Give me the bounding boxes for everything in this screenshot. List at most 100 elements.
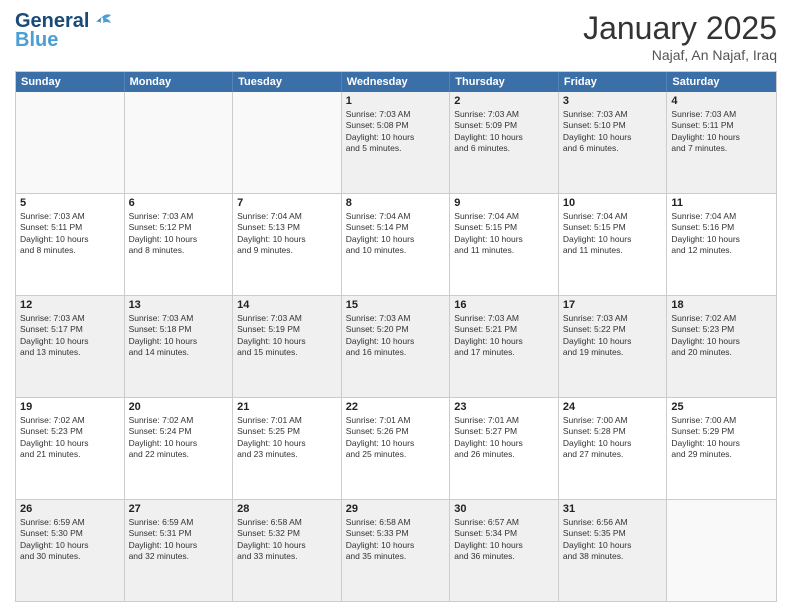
logo: General Blue bbox=[15, 10, 113, 52]
cell-info: Sunrise: 6:57 AMSunset: 5:34 PMDaylight:… bbox=[454, 517, 554, 563]
calendar-cell: 27Sunrise: 6:59 AMSunset: 5:31 PMDayligh… bbox=[125, 500, 234, 601]
header: General Blue January 2025 Najaf, An Naja… bbox=[15, 10, 777, 63]
title-block: January 2025 Najaf, An Najaf, Iraq bbox=[583, 10, 777, 63]
day-number: 5 bbox=[20, 197, 120, 209]
calendar-week-row: 1 Sunrise: 7:03 AMSunset: 5:08 PMDaylight… bbox=[16, 92, 776, 194]
day-number: 16 bbox=[454, 299, 554, 311]
cell-info: Sunrise: 7:04 AMSunset: 5:13 PMDaylight:… bbox=[237, 211, 337, 257]
calendar-cell: 16Sunrise: 7:03 AMSunset: 5:21 PMDayligh… bbox=[450, 296, 559, 397]
header-day: Wednesday bbox=[342, 72, 451, 92]
cell-info: Sunrise: 7:03 AMSunset: 5:22 PMDaylight:… bbox=[563, 313, 663, 359]
cell-info: Sunrise: 7:03 AMSunset: 5:18 PMDaylight:… bbox=[129, 313, 229, 359]
day-number: 10 bbox=[563, 197, 663, 209]
day-number: 8 bbox=[346, 197, 446, 209]
day-number: 23 bbox=[454, 401, 554, 413]
calendar-cell: 7 Sunrise: 7:04 AMSunset: 5:13 PMDaylight… bbox=[233, 194, 342, 295]
cell-info: Sunrise: 7:04 AMSunset: 5:16 PMDaylight:… bbox=[671, 211, 772, 257]
calendar-cell: 6 Sunrise: 7:03 AMSunset: 5:12 PMDaylight… bbox=[125, 194, 234, 295]
calendar-cell: 29 Sunrise: 6:58 AMSunset: 5:33 PMDayligh… bbox=[342, 500, 451, 601]
day-number: 26 bbox=[20, 503, 120, 515]
day-number: 31 bbox=[563, 503, 663, 515]
day-number: 13 bbox=[129, 299, 229, 311]
cell-info: Sunrise: 7:02 AMSunset: 5:24 PMDaylight:… bbox=[129, 415, 229, 461]
calendar-cell bbox=[16, 92, 125, 193]
cell-info: Sunrise: 7:03 AMSunset: 5:12 PMDaylight:… bbox=[129, 211, 229, 257]
day-number: 28 bbox=[237, 503, 337, 515]
calendar-cell: 31 Sunrise: 6:56 AMSunset: 5:35 PMDayligh… bbox=[559, 500, 668, 601]
cell-info: Sunrise: 6:59 AMSunset: 5:30 PMDaylight:… bbox=[20, 517, 120, 563]
cell-info: Sunrise: 7:04 AMSunset: 5:15 PMDaylight:… bbox=[454, 211, 554, 257]
calendar-cell: 14 Sunrise: 7:03 AMSunset: 5:19 PMDayligh… bbox=[233, 296, 342, 397]
cell-info: Sunrise: 7:03 AMSunset: 5:20 PMDaylight:… bbox=[346, 313, 446, 359]
page: General Blue January 2025 Najaf, An Naja… bbox=[0, 0, 792, 612]
header-day: Friday bbox=[559, 72, 668, 92]
calendar-cell: 26 Sunrise: 6:59 AMSunset: 5:30 PMDayligh… bbox=[16, 500, 125, 601]
calendar-cell: 15 Sunrise: 7:03 AMSunset: 5:20 PMDayligh… bbox=[342, 296, 451, 397]
calendar-cell: 28Sunrise: 6:58 AMSunset: 5:32 PMDayligh… bbox=[233, 500, 342, 601]
day-number: 12 bbox=[20, 299, 120, 311]
cell-info: Sunrise: 7:00 AMSunset: 5:28 PMDaylight:… bbox=[563, 415, 663, 461]
month-title: January 2025 bbox=[583, 10, 777, 47]
header-day: Saturday bbox=[667, 72, 776, 92]
calendar-week-row: 26 Sunrise: 6:59 AMSunset: 5:30 PMDayligh… bbox=[16, 500, 776, 601]
logo-blue: Blue bbox=[15, 29, 58, 52]
calendar-cell: 30 Sunrise: 6:57 AMSunset: 5:34 PMDayligh… bbox=[450, 500, 559, 601]
calendar-cell bbox=[667, 500, 776, 601]
day-number: 9 bbox=[454, 197, 554, 209]
calendar-cell: 10 Sunrise: 7:04 AMSunset: 5:15 PMDayligh… bbox=[559, 194, 668, 295]
calendar-cell: 2 Sunrise: 7:03 AMSunset: 5:09 PMDaylight… bbox=[450, 92, 559, 193]
day-number: 19 bbox=[20, 401, 120, 413]
calendar-cell: 12 Sunrise: 7:03 AMSunset: 5:17 PMDayligh… bbox=[16, 296, 125, 397]
cell-info: Sunrise: 7:04 AMSunset: 5:15 PMDaylight:… bbox=[563, 211, 663, 257]
calendar-cell: 17Sunrise: 7:03 AMSunset: 5:22 PMDayligh… bbox=[559, 296, 668, 397]
day-number: 29 bbox=[346, 503, 446, 515]
cell-info: Sunrise: 7:04 AMSunset: 5:14 PMDaylight:… bbox=[346, 211, 446, 257]
calendar-cell bbox=[233, 92, 342, 193]
day-number: 22 bbox=[346, 401, 446, 413]
cell-info: Sunrise: 7:03 AMSunset: 5:11 PMDaylight:… bbox=[20, 211, 120, 257]
calendar-cell: 5 Sunrise: 7:03 AMSunset: 5:11 PMDaylight… bbox=[16, 194, 125, 295]
day-number: 3 bbox=[563, 95, 663, 107]
day-number: 14 bbox=[237, 299, 337, 311]
header-day: Monday bbox=[125, 72, 234, 92]
calendar-cell: 21 Sunrise: 7:01 AMSunset: 5:25 PMDayligh… bbox=[233, 398, 342, 499]
cell-info: Sunrise: 6:56 AMSunset: 5:35 PMDaylight:… bbox=[563, 517, 663, 563]
header-day: Thursday bbox=[450, 72, 559, 92]
calendar-week-row: 5 Sunrise: 7:03 AMSunset: 5:11 PMDaylight… bbox=[16, 194, 776, 296]
day-number: 2 bbox=[454, 95, 554, 107]
cell-info: Sunrise: 7:01 AMSunset: 5:25 PMDaylight:… bbox=[237, 415, 337, 461]
calendar-cell: 1 Sunrise: 7:03 AMSunset: 5:08 PMDaylight… bbox=[342, 92, 451, 193]
header-day: Tuesday bbox=[233, 72, 342, 92]
day-number: 15 bbox=[346, 299, 446, 311]
calendar-cell: 23 Sunrise: 7:01 AMSunset: 5:27 PMDayligh… bbox=[450, 398, 559, 499]
day-number: 7 bbox=[237, 197, 337, 209]
calendar-week-row: 12 Sunrise: 7:03 AMSunset: 5:17 PMDayligh… bbox=[16, 296, 776, 398]
calendar-cell: 19 Sunrise: 7:02 AMSunset: 5:23 PMDayligh… bbox=[16, 398, 125, 499]
location: Najaf, An Najaf, Iraq bbox=[583, 47, 777, 63]
calendar-header: SundayMondayTuesdayWednesdayThursdayFrid… bbox=[16, 72, 776, 92]
cell-info: Sunrise: 7:03 AMSunset: 5:08 PMDaylight:… bbox=[346, 109, 446, 155]
cell-info: Sunrise: 7:03 AMSunset: 5:09 PMDaylight:… bbox=[454, 109, 554, 155]
day-number: 21 bbox=[237, 401, 337, 413]
day-number: 30 bbox=[454, 503, 554, 515]
day-number: 6 bbox=[129, 197, 229, 209]
cell-info: Sunrise: 7:01 AMSunset: 5:26 PMDaylight:… bbox=[346, 415, 446, 461]
cell-info: Sunrise: 7:03 AMSunset: 5:19 PMDaylight:… bbox=[237, 313, 337, 359]
cell-info: Sunrise: 7:03 AMSunset: 5:17 PMDaylight:… bbox=[20, 313, 120, 359]
cell-info: Sunrise: 7:01 AMSunset: 5:27 PMDaylight:… bbox=[454, 415, 554, 461]
calendar-cell: 8 Sunrise: 7:04 AMSunset: 5:14 PMDaylight… bbox=[342, 194, 451, 295]
cell-info: Sunrise: 7:03 AMSunset: 5:11 PMDaylight:… bbox=[671, 109, 772, 155]
calendar-body: 1 Sunrise: 7:03 AMSunset: 5:08 PMDaylight… bbox=[16, 92, 776, 601]
calendar-cell bbox=[125, 92, 234, 193]
cell-info: Sunrise: 7:00 AMSunset: 5:29 PMDaylight:… bbox=[671, 415, 772, 461]
cell-info: Sunrise: 7:02 AMSunset: 5:23 PMDaylight:… bbox=[20, 415, 120, 461]
calendar-cell: 13 Sunrise: 7:03 AMSunset: 5:18 PMDayligh… bbox=[125, 296, 234, 397]
day-number: 11 bbox=[671, 197, 772, 209]
header-day: Sunday bbox=[16, 72, 125, 92]
calendar-cell: 4 Sunrise: 7:03 AMSunset: 5:11 PMDaylight… bbox=[667, 92, 776, 193]
day-number: 24 bbox=[563, 401, 663, 413]
cell-info: Sunrise: 7:02 AMSunset: 5:23 PMDaylight:… bbox=[671, 313, 772, 359]
cell-info: Sunrise: 6:58 AMSunset: 5:33 PMDaylight:… bbox=[346, 517, 446, 563]
day-number: 4 bbox=[671, 95, 772, 107]
day-number: 1 bbox=[346, 95, 446, 107]
